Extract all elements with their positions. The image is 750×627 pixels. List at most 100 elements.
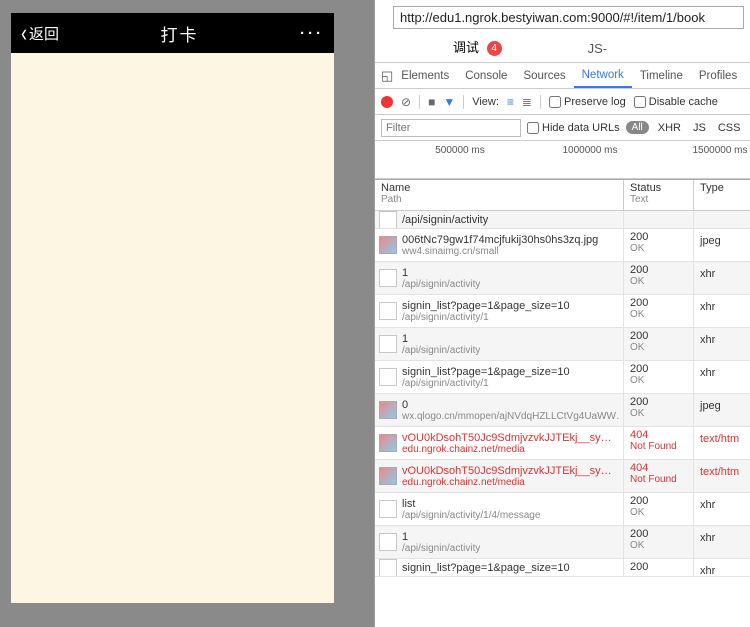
- cell-name: 1/api/signin/activity: [375, 328, 624, 360]
- cell-type: jpeg: [694, 229, 750, 261]
- request-path: /api/signin/activity: [402, 345, 480, 356]
- tab-elements[interactable]: Elements: [393, 65, 457, 87]
- request-path: wx.qlogo.cn/mmopen/ajNVdqHZLLCtVg4UaWW…: [402, 411, 619, 422]
- timeline-tick: 1500000 ms: [685, 145, 750, 156]
- col-status[interactable]: Status Text: [624, 180, 694, 210]
- tab-debug-label: 调试: [453, 40, 479, 55]
- status-code: 404: [630, 429, 648, 441]
- request-name: signin_list?page=1&page_size=10: [402, 366, 570, 378]
- filter-icon[interactable]: ▼: [443, 95, 455, 109]
- col-name[interactable]: Name Path: [375, 180, 624, 210]
- filter-js[interactable]: JS: [690, 122, 709, 134]
- request-name: 006tNc79gw1f74mcjfukij30hs0hs3zq.jpg: [402, 234, 598, 246]
- tab-profiles[interactable]: Profiles: [691, 65, 745, 87]
- cell-name: vOU0kDsohT50Jc9SdmjvzvkJJTEkj__syDcapt4S…: [375, 427, 624, 459]
- filter-input[interactable]: [381, 119, 521, 137]
- cell-name: 0wx.qlogo.cn/mmopen/ajNVdqHZLLCtVg4UaWW…: [375, 394, 624, 426]
- address-bar[interactable]: [393, 6, 744, 29]
- filter-css[interactable]: CSS: [715, 122, 744, 134]
- filter-xhr[interactable]: XHR: [655, 122, 684, 134]
- tab-console[interactable]: Console: [457, 65, 515, 87]
- request-path: edu.ngrok.chainz.net/media: [402, 444, 619, 455]
- view-label: View:: [472, 96, 499, 108]
- file-icon: [379, 500, 397, 518]
- table-row[interactable]: vOU0kDsohT50Jc9SdmjvzvkJJTEkj__syDcapt4S…: [375, 427, 750, 460]
- table-row[interactable]: signin_list?page=1&page_size=10/api/sign…: [375, 361, 750, 394]
- cell-name: 1/api/signin/activity: [375, 262, 624, 294]
- tab-js[interactable]: JS-: [570, 35, 626, 62]
- tab-sources[interactable]: Sources: [515, 65, 573, 87]
- network-table-body[interactable]: /api/signin/activityOK006tNc79gw1f74mcjf…: [375, 211, 750, 577]
- request-name: 1: [402, 531, 480, 543]
- camera-icon[interactable]: ■: [428, 95, 435, 109]
- status-text: OK: [630, 408, 687, 419]
- error-badge: 4: [487, 41, 502, 56]
- separator: [540, 95, 541, 109]
- cell-type: xhr: [694, 493, 750, 525]
- record-icon[interactable]: [381, 96, 393, 108]
- preserve-log-checkbox[interactable]: Preserve log: [549, 96, 626, 108]
- table-row[interactable]: 1/api/signin/activity200OKxhr: [375, 328, 750, 361]
- mobile-preview: ‹ 返回 打卡 ···: [11, 13, 334, 603]
- request-name: 0: [402, 399, 619, 411]
- file-icon: [379, 236, 397, 254]
- cell-status: 200OK: [624, 262, 694, 294]
- table-row[interactable]: /api/signin/activityOK: [375, 211, 750, 229]
- cell-status: 404Not Found: [624, 427, 694, 459]
- cell-type: xhr: [694, 295, 750, 327]
- table-row[interactable]: vOU0kDsohT50Jc9SdmjvzvkJJTEkj__syDcapt4S…: [375, 460, 750, 493]
- status-text: OK: [630, 276, 687, 287]
- inspect-icon[interactable]: ◱: [381, 68, 393, 84]
- tab-timeline[interactable]: Timeline: [632, 65, 691, 87]
- address-bar-wrap: [375, 0, 750, 33]
- filter-all[interactable]: All: [626, 121, 649, 134]
- cell-type: text/htm: [694, 460, 750, 492]
- col-type[interactable]: Type: [694, 180, 750, 210]
- file-icon: [379, 335, 397, 353]
- table-row[interactable]: 006tNc79gw1f74mcjfukij30hs0hs3zq.jpgww4.…: [375, 229, 750, 262]
- back-button[interactable]: ‹ 返回: [21, 23, 59, 44]
- request-name: signin_list?page=1&page_size=10: [402, 300, 570, 312]
- file-icon: [379, 368, 397, 386]
- tab-resources[interactable]: Resou: [745, 65, 750, 87]
- status-code: 200: [630, 561, 648, 573]
- network-table-header: Name Path Status Text Type: [375, 179, 750, 211]
- table-row[interactable]: signin_list?page=1&page_size=10/api/sign…: [375, 295, 750, 328]
- file-icon: [379, 559, 397, 576]
- status-text: OK: [630, 540, 687, 551]
- table-row[interactable]: 1/api/signin/activity200OKxhr: [375, 526, 750, 559]
- view-small-icon[interactable]: ≣: [522, 95, 532, 109]
- cell-type: text/htm: [694, 427, 750, 459]
- more-button[interactable]: ···: [300, 25, 324, 42]
- timeline[interactable]: 500000 ms 1000000 ms 1500000 ms: [375, 141, 750, 179]
- request-path: /api/signin/activity/1: [402, 312, 570, 323]
- cell-type: xhr: [694, 328, 750, 360]
- tab-network[interactable]: Network: [574, 64, 632, 88]
- table-row[interactable]: list/api/signin/activity/1/4/message200O…: [375, 493, 750, 526]
- request-name: list: [402, 498, 540, 510]
- cell-name: signin_list?page=1&page_size=10/api/sign…: [375, 295, 624, 327]
- file-icon: [379, 211, 397, 228]
- hide-data-urls-checkbox[interactable]: Hide data URLs: [527, 122, 620, 134]
- cell-status: 200OK: [624, 526, 694, 558]
- clear-icon[interactable]: ⊘: [401, 95, 411, 109]
- cell-status: 200OK: [624, 328, 694, 360]
- table-row[interactable]: 1/api/signin/activity200OKxhr: [375, 262, 750, 295]
- timeline-tick: 1000000 ms: [555, 145, 625, 156]
- request-name: 1: [402, 333, 480, 345]
- table-row[interactable]: signin_list?page=1&page_size=10/api/sign…: [375, 559, 750, 577]
- table-row[interactable]: 0wx.qlogo.cn/mmopen/ajNVdqHZLLCtVg4UaWW……: [375, 394, 750, 427]
- devtools-tabs: ◱ Elements Console Sources Network Timel…: [375, 63, 750, 89]
- file-icon: [379, 302, 397, 320]
- status-code: 404: [630, 462, 648, 474]
- file-icon: [379, 269, 397, 287]
- tab-debug[interactable]: 调试 4: [435, 31, 520, 62]
- file-icon: [379, 467, 397, 485]
- status-text: OK: [630, 309, 687, 320]
- cell-name: /api/signin/activity: [375, 211, 624, 228]
- cell-status: OK: [624, 211, 694, 228]
- top-tabs: 调试 4 JS-: [375, 33, 750, 63]
- disable-cache-checkbox[interactable]: Disable cache: [634, 96, 718, 108]
- request-path: edu.ngrok.chainz.net/media: [402, 477, 619, 488]
- view-large-icon[interactable]: ≡: [507, 95, 514, 109]
